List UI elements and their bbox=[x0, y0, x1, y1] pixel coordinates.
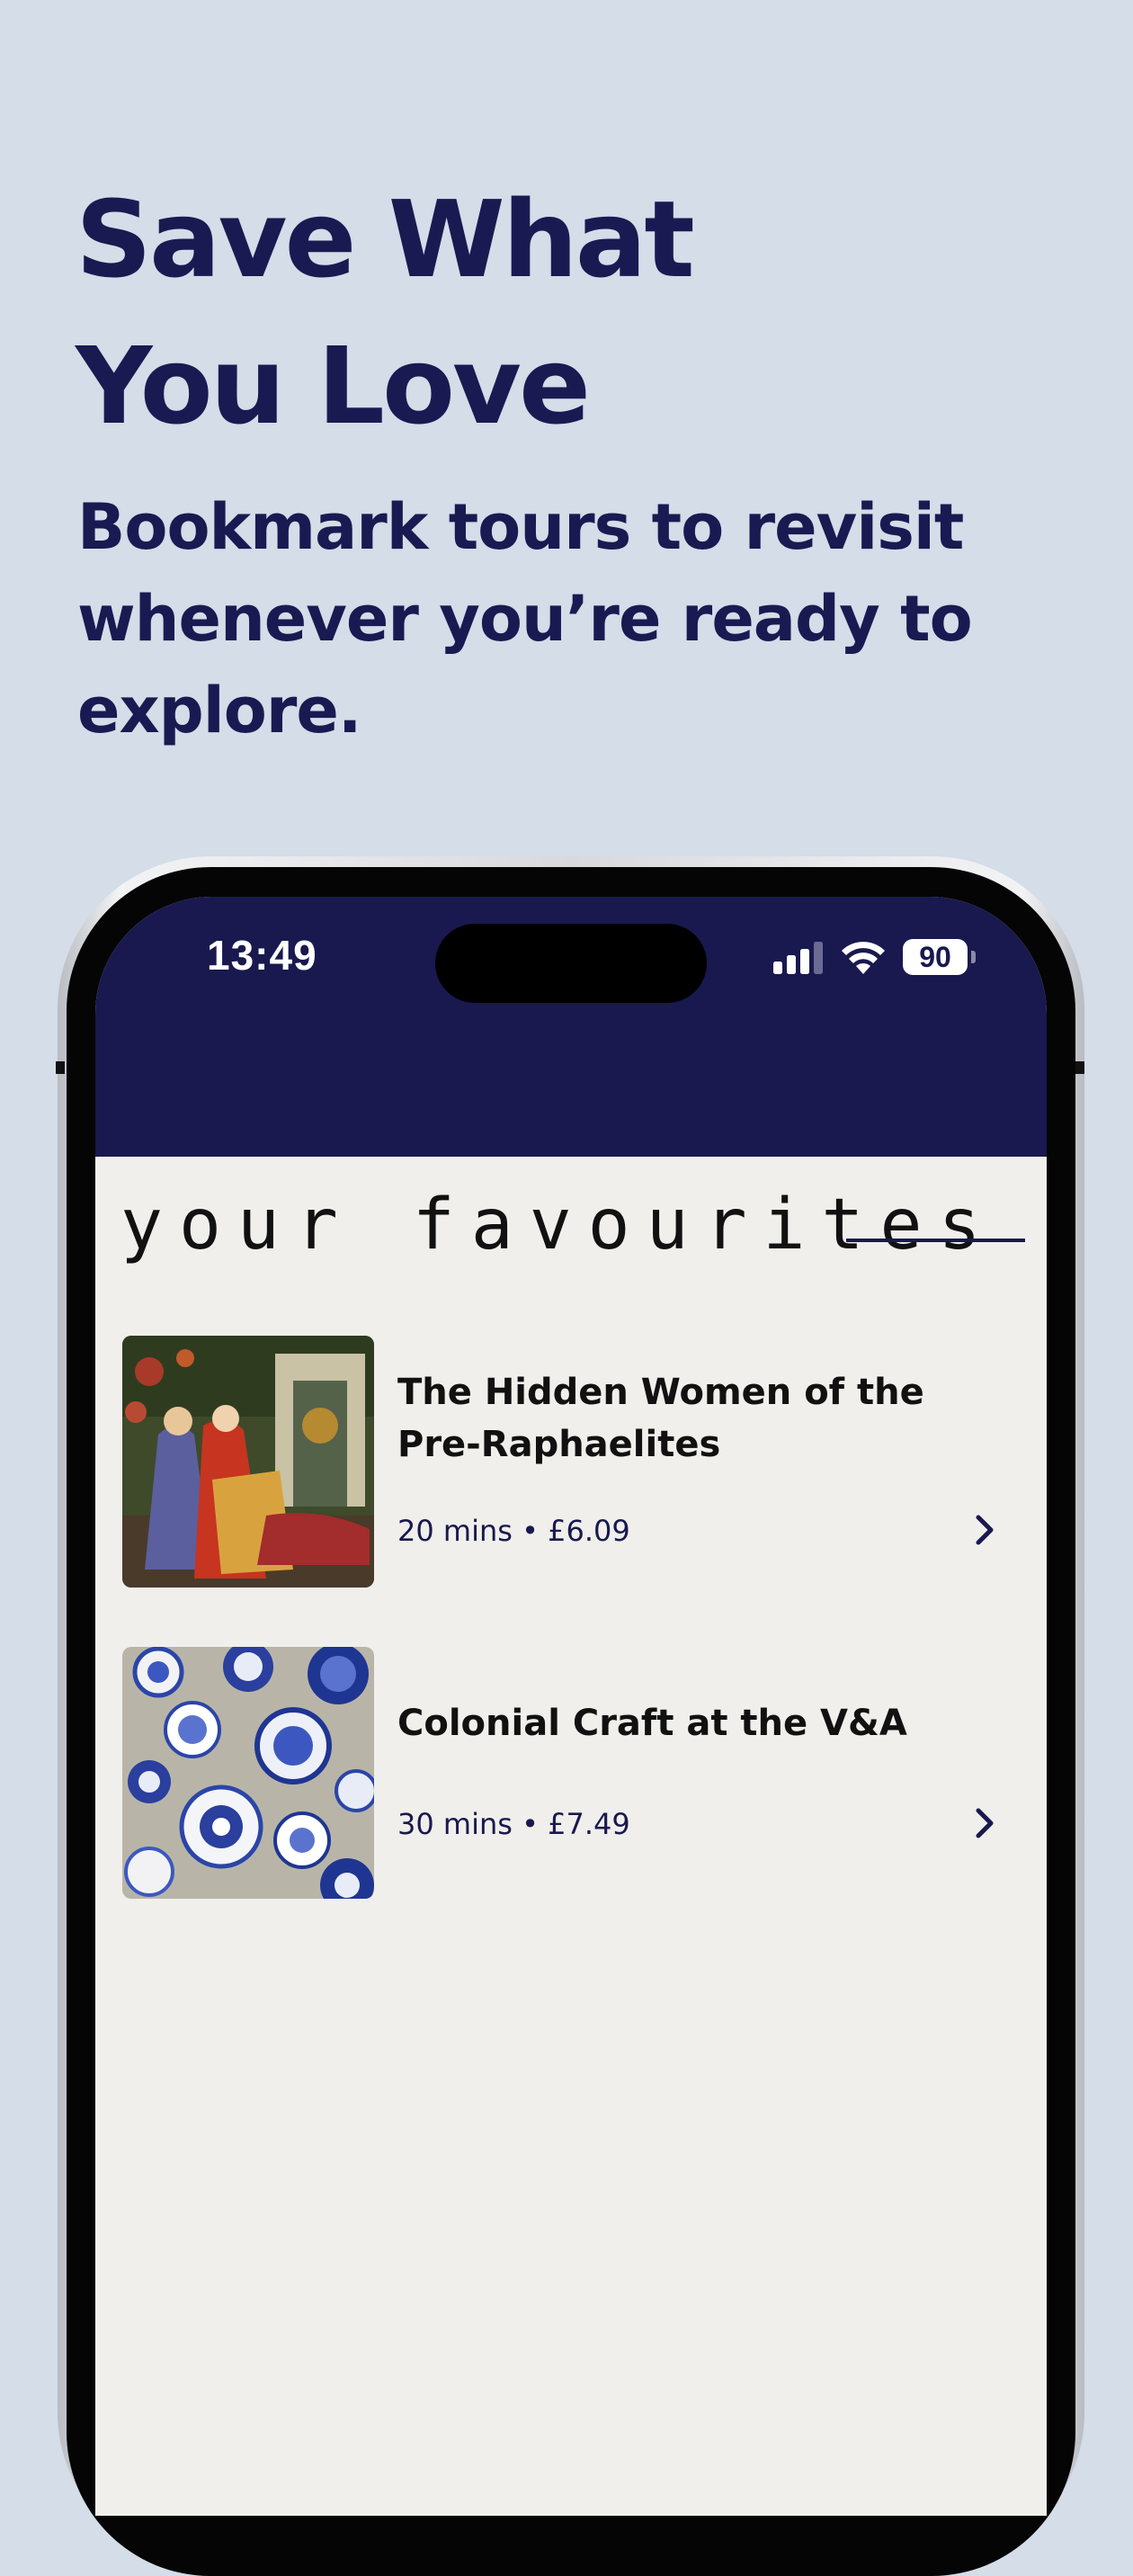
phone-side-button-right bbox=[1075, 1061, 1084, 1074]
tour-meta: 20 mins • £6.09 bbox=[397, 1514, 630, 1548]
tour-title: Colonial Craft at the V&A bbox=[397, 1703, 907, 1744]
meta-separator: • bbox=[522, 1514, 539, 1548]
phone-side-button-left bbox=[56, 1061, 65, 1074]
porcelain-plates-thumbnail bbox=[122, 1647, 374, 1899]
painting-thumbnail bbox=[122, 1336, 374, 1588]
battery-level: 90 bbox=[903, 939, 968, 975]
tour-meta: 30 mins • £7.49 bbox=[397, 1807, 630, 1841]
chevron-right-icon[interactable] bbox=[968, 1803, 1000, 1843]
cellular-signal-icon bbox=[773, 942, 823, 974]
tour-duration: 30 mins bbox=[397, 1807, 513, 1841]
battery-icon: 90 bbox=[903, 939, 978, 975]
tour-title: The Hidden Women of the Pre-Raphaelites bbox=[397, 1372, 924, 1465]
tour-duration: 20 mins bbox=[397, 1514, 513, 1548]
battery-tip bbox=[971, 951, 976, 963]
wifi-icon bbox=[842, 942, 885, 974]
section-title-rule bbox=[846, 1239, 1025, 1242]
status-time: 13:49 bbox=[207, 932, 317, 979]
section-title: your favourites bbox=[120, 1185, 997, 1266]
tour-price: £6.09 bbox=[548, 1514, 630, 1548]
promo-subline: Bookmark tours to revisit whenever you’r… bbox=[77, 490, 973, 747]
promo-headline: Save What You Love bbox=[76, 166, 695, 460]
phone-screen: 13:49 90 your favourites The Hidden Wome… bbox=[95, 897, 1047, 2516]
dynamic-island bbox=[435, 924, 707, 1003]
promo-headline-line-1: Save What bbox=[76, 177, 695, 301]
favourite-tour-card[interactable]: The Hidden Women of the Pre-Raphaelites … bbox=[122, 1336, 1021, 1588]
promo-headline-line-2: You Love bbox=[76, 324, 591, 448]
meta-separator: • bbox=[522, 1807, 539, 1841]
favourite-tour-card[interactable]: Colonial Craft at the V&A 30 mins • £7.4… bbox=[122, 1647, 1021, 1899]
app-header-bar: 13:49 90 bbox=[95, 897, 1047, 1157]
chevron-right-icon[interactable] bbox=[968, 1510, 1000, 1550]
tour-price: £7.49 bbox=[548, 1807, 630, 1841]
